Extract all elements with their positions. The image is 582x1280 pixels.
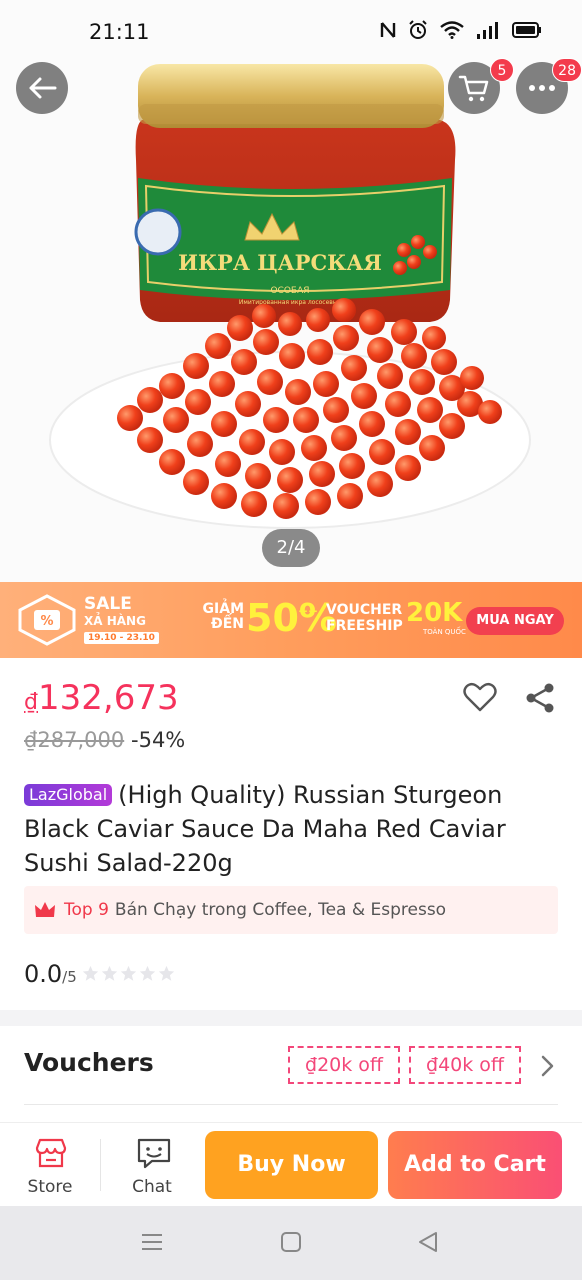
image-counter: 2/4 bbox=[262, 529, 320, 567]
original-price: ₫287,000 bbox=[24, 728, 125, 752]
price-value: 132,673 bbox=[38, 678, 179, 718]
add-to-cart-button[interactable]: Add to Cart bbox=[388, 1131, 562, 1199]
back-button[interactable] bbox=[16, 62, 68, 114]
vouchers-section[interactable]: Vouchers ₫20k off ₫40k off bbox=[0, 1026, 582, 1126]
store-icon bbox=[35, 1138, 67, 1168]
back-arrow-icon bbox=[29, 77, 57, 99]
star-icon bbox=[139, 965, 156, 981]
product-detail-page: ИКРА ЦАРСКАЯ ОСОБАЯ Имитированная икра л… bbox=[0, 0, 582, 1280]
home-square-icon[interactable] bbox=[280, 1230, 302, 1254]
chat-label: Chat bbox=[132, 1177, 172, 1197]
menu-icon[interactable] bbox=[140, 1230, 164, 1254]
cart-button[interactable]: 5 bbox=[448, 58, 514, 114]
top-category: Bán Chạy trong Coffee, Tea & Espresso bbox=[114, 900, 447, 920]
chat-icon bbox=[137, 1138, 171, 1169]
back-triangle-icon[interactable] bbox=[416, 1230, 440, 1254]
voucher-chip[interactable]: ₫40k off bbox=[409, 1046, 521, 1084]
top-rank: Top 9 bbox=[64, 900, 109, 920]
voucher-scope: TOÀN QUỐC bbox=[423, 628, 466, 636]
sale-tag-icon: % bbox=[18, 594, 76, 646]
nfc-icon bbox=[380, 22, 396, 38]
buy-now-button[interactable]: Buy Now bbox=[205, 1131, 378, 1199]
rating-max: /5 bbox=[62, 968, 77, 986]
action-separator bbox=[100, 1139, 101, 1191]
status-time: 21:11 bbox=[89, 20, 150, 44]
star-icon bbox=[82, 965, 99, 981]
more-options-button[interactable]: 28 bbox=[516, 58, 582, 114]
store-label: Store bbox=[27, 1177, 73, 1197]
jar-sub-text: ОСОБАЯ bbox=[270, 286, 309, 296]
wifi-icon bbox=[440, 21, 464, 39]
svg-text:%: % bbox=[40, 614, 53, 629]
divider bbox=[24, 1104, 558, 1105]
vouchers-label: Vouchers bbox=[24, 1048, 154, 1077]
voucher-amount: 20K bbox=[406, 598, 463, 628]
sale-date: 19.10 - 23.10 bbox=[84, 632, 159, 644]
sale-banner[interactable]: % SALE XẢ HÀNG 19.10 - 23.10 GIẢM ĐẾN 50… bbox=[0, 582, 582, 658]
cart-icon bbox=[458, 75, 489, 102]
star-icon bbox=[101, 965, 118, 981]
rating-value: 0.0 bbox=[24, 960, 63, 988]
product-image-carousel[interactable]: ИКРА ЦАРСКАЯ ОСОБАЯ Имитированная икра л… bbox=[0, 0, 582, 582]
status-icons bbox=[380, 20, 542, 40]
giam-line1: GIẢM bbox=[202, 601, 244, 617]
status-bar: 21:11 bbox=[0, 0, 582, 64]
system-navigation-bar bbox=[0, 1206, 582, 1280]
chat-button[interactable]: Chat bbox=[102, 1123, 202, 1207]
store-button[interactable]: Store bbox=[0, 1123, 100, 1207]
alarm-icon bbox=[409, 20, 427, 39]
chevron-right-icon[interactable] bbox=[540, 1054, 556, 1078]
voucher-chip[interactable]: ₫20k off bbox=[288, 1046, 400, 1084]
rating-stars bbox=[82, 965, 175, 982]
product-info-card: ₫132,673 ₫287,000 -54% LazGlobal (High Qu… bbox=[0, 658, 582, 1010]
rating-score[interactable]: 0.0/5 bbox=[24, 960, 77, 988]
buy-now-banner-button[interactable]: MUA NGAY bbox=[466, 607, 564, 635]
battery-icon bbox=[512, 22, 541, 38]
discount-rate: -54% bbox=[131, 728, 186, 752]
current-price: ₫132,673 bbox=[24, 678, 179, 723]
heart-icon[interactable] bbox=[463, 682, 497, 712]
top-ranking-banner[interactable]: Top 9 Bán Chạy trong Coffee, Tea & Espre… bbox=[24, 886, 558, 934]
sale-subtitle: XẢ HÀNG bbox=[84, 614, 146, 628]
discount-percent: 50% bbox=[246, 596, 337, 640]
giam-line2: ĐẾN bbox=[210, 616, 244, 632]
jar-fine-text: Имитированная икра лососевых bbox=[239, 299, 342, 306]
jar-label-text: ИКРА ЦАРСКАЯ bbox=[178, 250, 382, 275]
voucher-line2: FREESHIP bbox=[326, 618, 403, 634]
more-icon bbox=[529, 85, 555, 91]
sale-title: SALE bbox=[84, 594, 132, 614]
product-title: LazGlobal (High Quality) Russian Sturgeon… bbox=[24, 778, 564, 880]
star-icon bbox=[158, 965, 175, 981]
lazglobal-badge: LazGlobal bbox=[24, 784, 113, 806]
star-icon bbox=[120, 965, 137, 981]
bottom-action-bar: Store Chat Buy Now Add to Cart bbox=[0, 1122, 582, 1206]
voucher-text: VOUCHER FREESHIP bbox=[326, 602, 403, 634]
voucher-line1: VOUCHER bbox=[326, 602, 403, 618]
crown-icon bbox=[35, 902, 55, 917]
signal-icon bbox=[477, 22, 498, 39]
share-icon[interactable] bbox=[524, 682, 556, 714]
discount-prefix: GIẢM ĐẾN bbox=[200, 602, 244, 632]
discount-plus: ++ bbox=[298, 604, 319, 618]
currency-symbol: ₫ bbox=[24, 690, 38, 715]
